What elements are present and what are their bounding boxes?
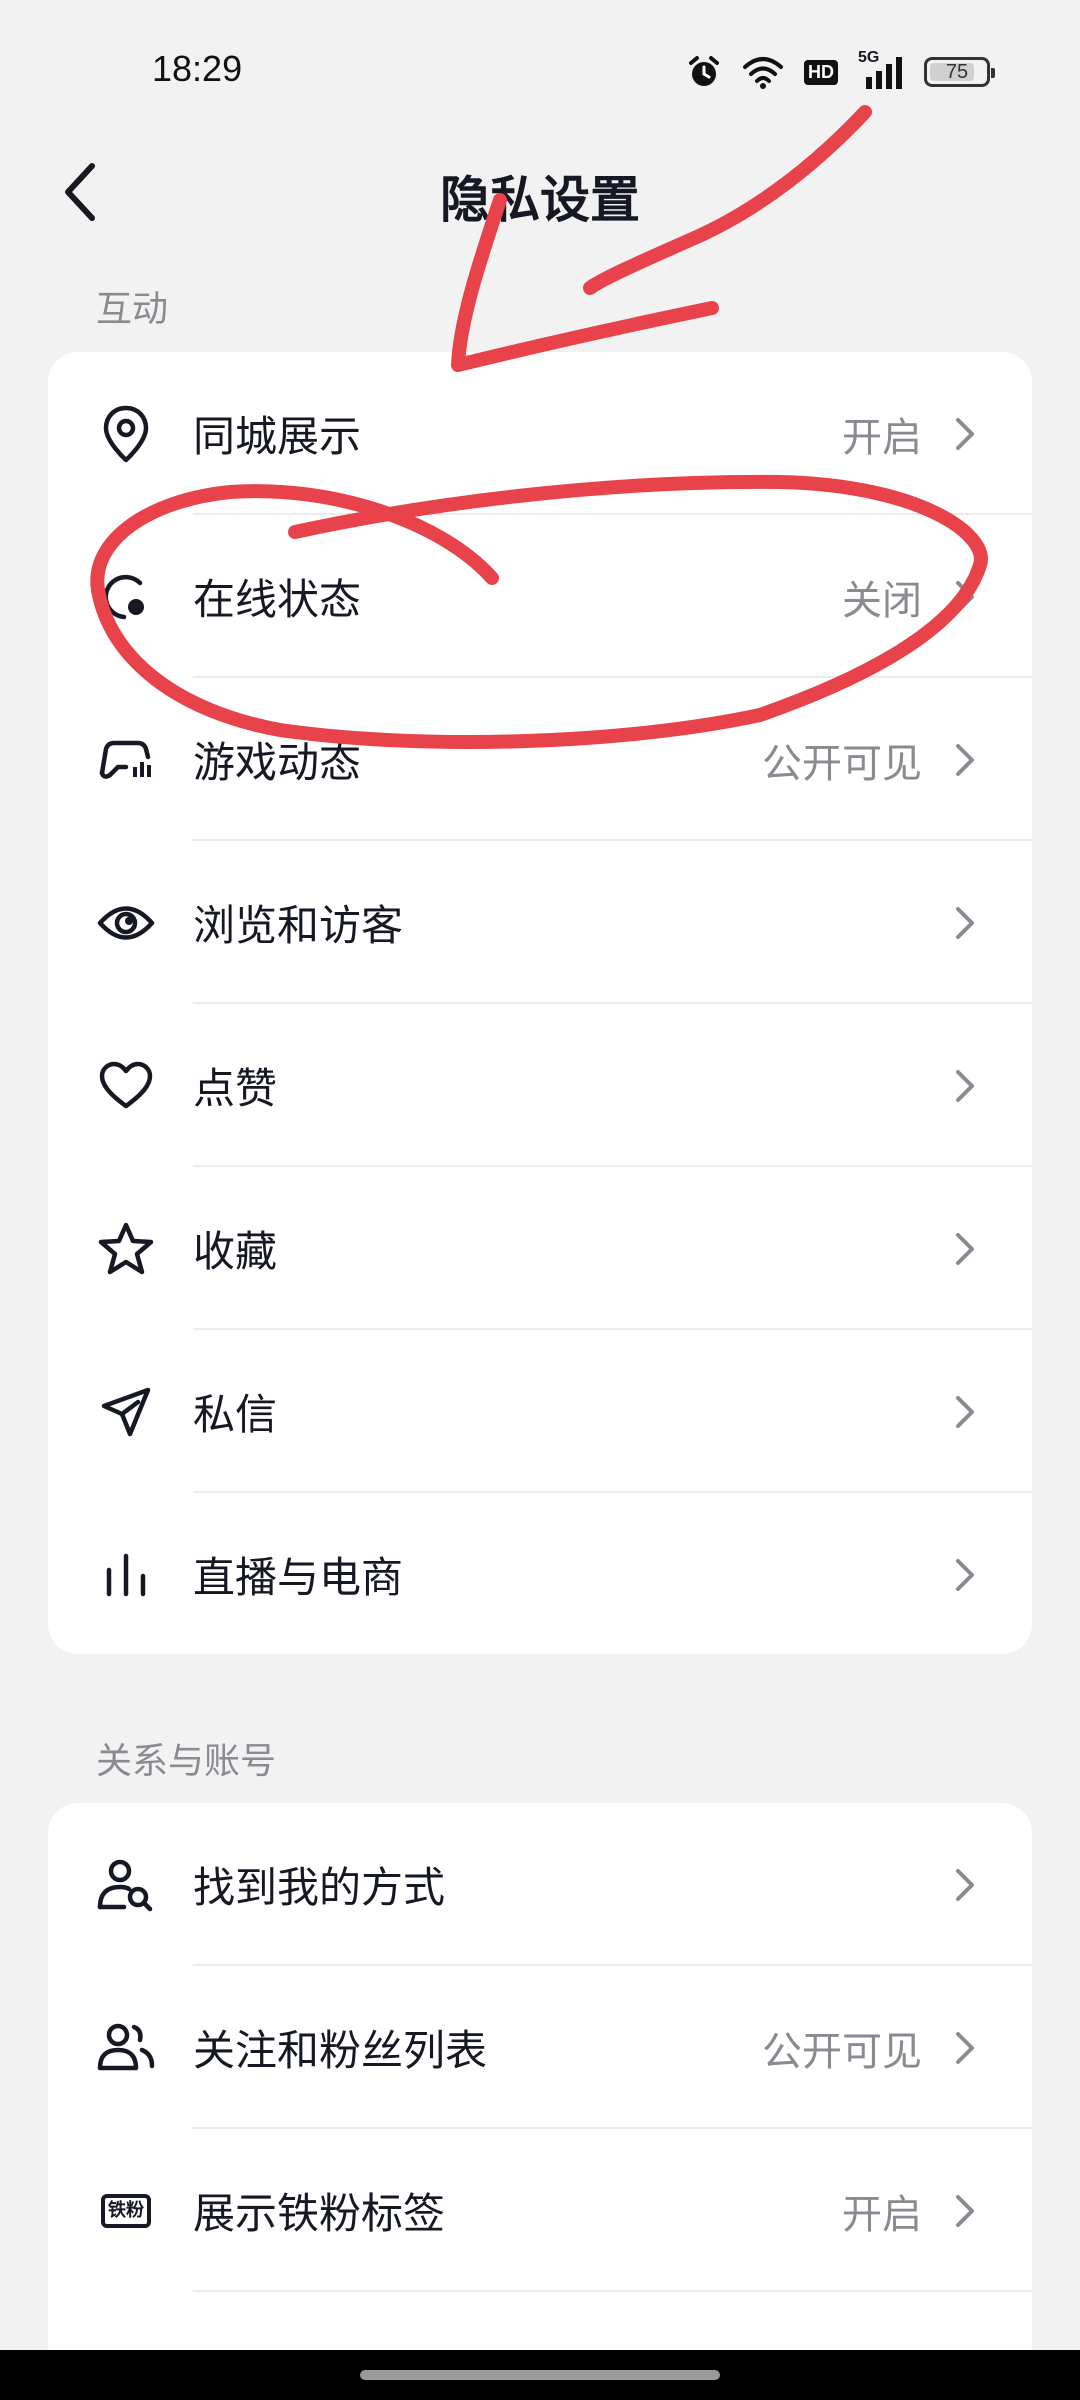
row-label: 私信 xyxy=(193,1390,278,1439)
user-search-icon xyxy=(96,1855,156,1915)
bars-icon xyxy=(96,1545,156,1605)
row-label: 在线状态 xyxy=(193,575,362,624)
paper-plane-icon xyxy=(96,1382,156,1442)
row-label: 点赞 xyxy=(193,1064,278,1113)
home-indicator[interactable] xyxy=(360,2370,720,2380)
page-title: 隐私设置 xyxy=(440,171,640,229)
row-label: 展示铁粉标签 xyxy=(193,2189,446,2238)
chevron-right-icon xyxy=(956,580,974,613)
chevron-right-icon xyxy=(956,1395,974,1428)
chevron-right-icon xyxy=(956,1232,974,1265)
row-value: 公开可见 xyxy=(762,740,922,787)
location-pin-icon xyxy=(96,404,156,464)
settings-row-following-followers[interactable]: 关注和粉丝列表 公开可见 xyxy=(48,1966,1032,2129)
settings-row-online-status[interactable]: 在线状态 关闭 xyxy=(48,515,1032,678)
fan-badge-icon: 铁粉 xyxy=(96,2181,156,2241)
settings-row-nearby[interactable]: 同城展示 开启 xyxy=(48,352,1032,515)
row-label: 浏览和访客 xyxy=(193,901,404,950)
row-label: 同城展示 xyxy=(193,412,362,461)
chevron-right-icon xyxy=(956,743,974,776)
row-label: 直播与电商 xyxy=(193,1553,404,1602)
row-value: 开启 xyxy=(842,2191,922,2238)
status-bar: 18:29 HD 5G 75 xyxy=(0,0,1080,140)
alarm-icon xyxy=(689,56,719,86)
settings-row-game-activity[interactable]: 游戏动态 公开可见 xyxy=(48,678,1032,841)
wifi-icon xyxy=(743,57,783,89)
chevron-right-icon xyxy=(956,1558,974,1591)
eye-icon xyxy=(96,893,156,953)
row-value: 公开可见 xyxy=(762,2028,922,2075)
chevron-right-icon xyxy=(956,417,974,450)
system-navigation-bar xyxy=(0,2350,1080,2400)
gamepad-icon xyxy=(96,730,156,790)
interaction-settings-card: 同城展示 开启 在线状态 关闭 游戏动态 公开可见 浏览和访客 点赞 收藏 私信… xyxy=(48,352,1032,1654)
settings-row-favorites[interactable]: 收藏 xyxy=(48,1167,1032,1330)
settings-row-likes[interactable]: 点赞 xyxy=(48,1004,1032,1167)
fan-badge-text: 铁粉 xyxy=(101,2193,151,2228)
battery-icon: 75 xyxy=(924,57,995,87)
settings-row-live-ecommerce[interactable]: 直播与电商 xyxy=(48,1493,1032,1654)
status-icons: HD 5G 75 xyxy=(686,49,995,94)
heart-icon xyxy=(96,1056,156,1116)
chevron-right-icon xyxy=(956,1868,974,1901)
section-label-interaction: 互动 xyxy=(96,289,169,330)
status-time: 18:29 xyxy=(152,48,243,89)
cellular-signal-icon: 5G xyxy=(858,49,904,91)
row-label: 关注和粉丝列表 xyxy=(193,2026,488,2075)
settings-row-fan-badge[interactable]: 铁粉 展示铁粉标签 开启 xyxy=(48,2129,1032,2292)
row-value: 关闭 xyxy=(842,577,922,624)
header: 隐私设置 xyxy=(0,140,1080,250)
row-label: 收藏 xyxy=(193,1227,278,1276)
online-status-icon xyxy=(96,567,156,627)
users-icon xyxy=(96,2018,156,2078)
chevron-right-icon xyxy=(956,1069,974,1102)
section-label-relations-account: 关系与账号 xyxy=(96,1741,277,1782)
row-value: 开启 xyxy=(842,414,922,461)
hd-badge: HD xyxy=(804,59,838,85)
chevron-right-icon xyxy=(956,906,974,939)
battery-level: 75 xyxy=(945,60,969,83)
relations-settings-card: 找到我的方式 关注和粉丝列表 公开可见 铁粉 展示铁粉标签 开启 xyxy=(48,1803,1032,2400)
star-icon xyxy=(96,1219,156,1279)
chevron-right-icon xyxy=(956,2194,974,2227)
settings-row-find-me[interactable]: 找到我的方式 xyxy=(48,1803,1032,1966)
chevron-right-icon xyxy=(956,2031,974,2064)
settings-row-views-visitors[interactable]: 浏览和访客 xyxy=(48,841,1032,1004)
row-label: 找到我的方式 xyxy=(193,1863,446,1912)
row-label: 游戏动态 xyxy=(193,738,362,787)
settings-row-messages[interactable]: 私信 xyxy=(48,1330,1032,1493)
